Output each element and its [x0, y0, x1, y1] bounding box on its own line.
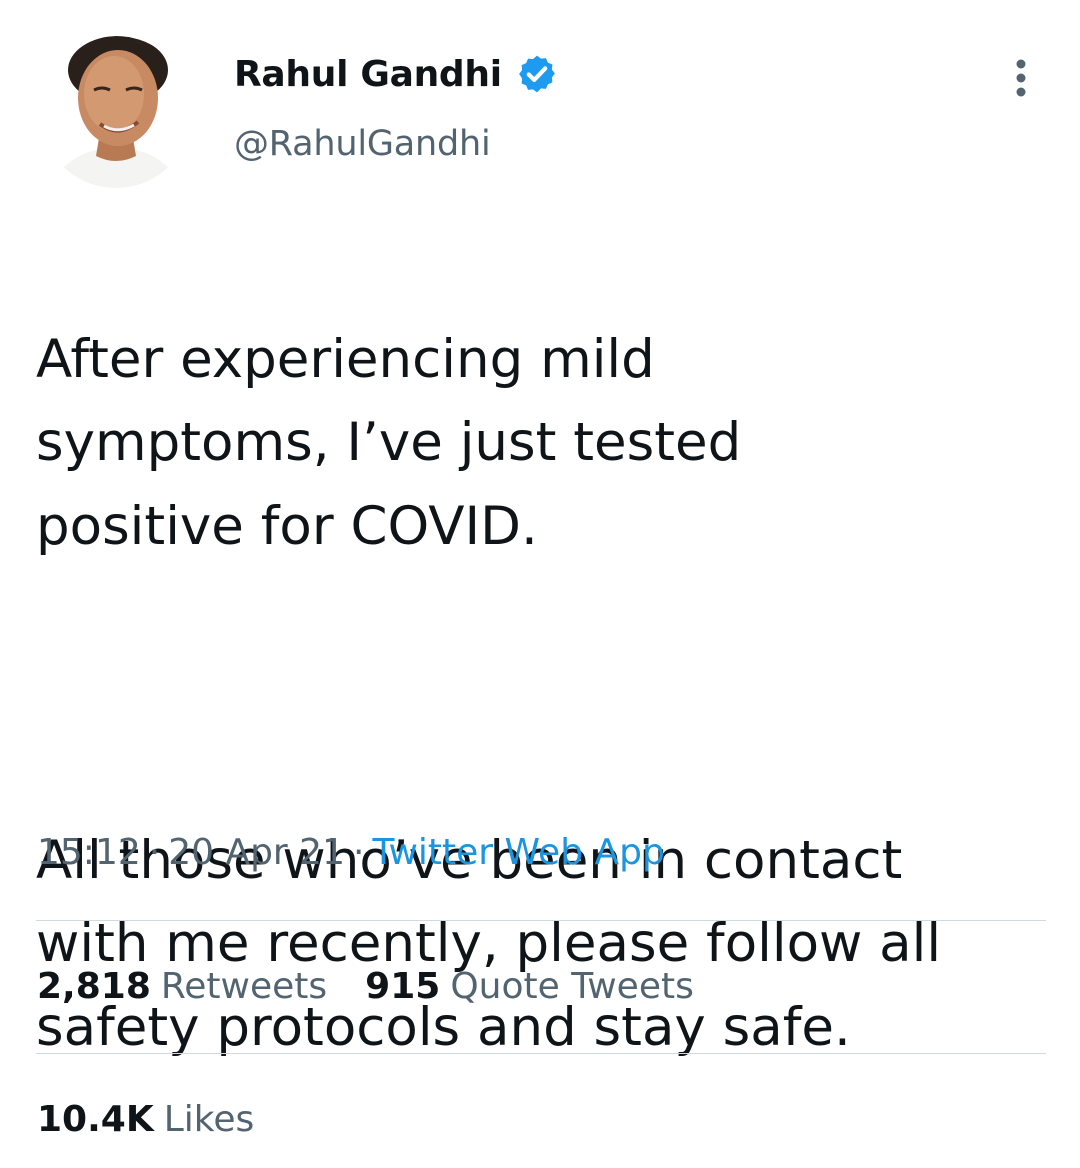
- author-display-name[interactable]: Rahul Gandhi: [234, 54, 502, 95]
- tweet-text: After experiencing mild symptoms, I’ve j…: [36, 234, 1046, 1153]
- author-handle[interactable]: @RahulGandhi: [234, 124, 491, 164]
- retweets-count: 2,818: [37, 966, 151, 1007]
- quote-tweets-label: Quote Tweets: [450, 966, 694, 1007]
- retweets-label: Retweets: [160, 966, 328, 1007]
- tweet-date[interactable]: 20 Apr 21: [168, 832, 345, 873]
- meta-separator: ·: [148, 832, 161, 873]
- meta-separator: ·: [353, 832, 365, 873]
- divider: [36, 1053, 1046, 1054]
- quote-tweets-count: 915: [365, 966, 441, 1007]
- engagement-stats: 2,818 Retweets 915 Quote Tweets: [37, 966, 694, 1007]
- tweet-paragraph-1: After experiencing mild symptoms, I’ve j…: [36, 328, 742, 557]
- divider: [36, 920, 1046, 921]
- likes-label: Likes: [163, 1099, 255, 1140]
- verified-badge-icon: [516, 53, 558, 95]
- tweet-meta: 15:12 · 20 Apr 21 · Twitter Web App: [37, 832, 665, 873]
- tweet-source-link[interactable]: Twitter Web App: [372, 832, 664, 873]
- author-name-row[interactable]: Rahul Gandhi: [234, 50, 558, 98]
- more-options-icon[interactable]: [1008, 58, 1034, 100]
- author-avatar[interactable]: [40, 32, 192, 188]
- likes-count: 10.4K: [37, 1099, 154, 1140]
- likes-stat[interactable]: 10.4K Likes: [37, 1099, 254, 1140]
- retweets-stat[interactable]: 2,818 Retweets: [37, 966, 327, 1007]
- quote-tweets-stat[interactable]: 915 Quote Tweets: [365, 966, 694, 1007]
- tweet-time[interactable]: 15:12: [37, 832, 141, 873]
